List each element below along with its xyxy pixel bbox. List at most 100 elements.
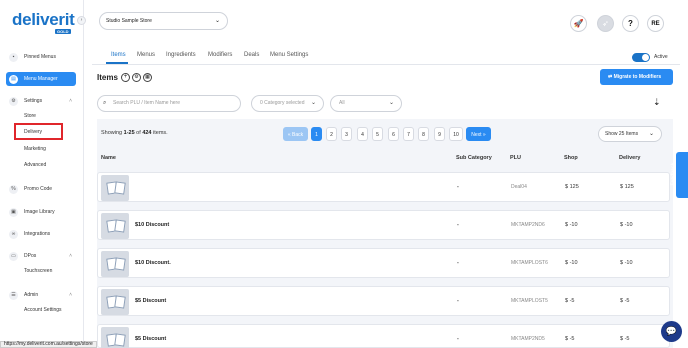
status-filter[interactable]: All ⌄: [330, 95, 402, 112]
menu-book-icon: ▤: [9, 74, 18, 84]
item-plu: Deal04: [511, 184, 527, 190]
sidebar-item-label: Settings: [24, 98, 43, 104]
item-shop-price: $ -10: [565, 260, 578, 266]
sidebar-item-label: DPos: [24, 253, 37, 259]
page-7[interactable]: 7: [403, 127, 414, 141]
showing-suffix: items.: [151, 130, 168, 136]
table-row[interactable]: $5 Discount - MKTAMP2ND5 $ -5 $ -5: [97, 324, 670, 348]
store-selector[interactable]: Studio Sample Store ⌄: [99, 12, 228, 30]
showing-count: Showing 1-25 of 424 items.: [101, 130, 168, 136]
column-header-plu[interactable]: PLU: [510, 155, 521, 161]
table-row[interactable]: $10 Discount. - MKTAMPLOST6 $ -10 $ -10: [97, 248, 670, 278]
page-3[interactable]: 3: [341, 127, 352, 141]
sidebar-item-label: Menu Manager: [24, 76, 58, 82]
sidebar-item-label: Image Library: [24, 209, 55, 215]
add-item-icon[interactable]: +: [121, 73, 130, 82]
page-4[interactable]: 4: [357, 127, 368, 141]
sidebar-item-admin[interactable]: ☰ Admin ˄: [6, 288, 76, 302]
migrate-to-modifiers-button[interactable]: ⇄ Migrate to Modifiers: [600, 69, 673, 85]
item-image-placeholder: [101, 175, 129, 201]
table-row[interactable]: $5 Discount - MKTAMPLOST5 $ -5 $ -5: [97, 286, 670, 316]
chat-icon[interactable]: 💬: [661, 321, 682, 342]
sidebar-item-dpos[interactable]: ▭ DPos ˄: [6, 249, 76, 263]
sidebar-item-image-library[interactable]: ▣ Image Library: [6, 205, 76, 219]
chevron-up-icon: ˄: [69, 98, 72, 104]
topbar: Studio Sample Store ⌄ 🚀 ➶ ? RE: [84, 0, 688, 44]
feedback-tab[interactable]: Feedback: [671, 152, 688, 198]
sidebar-item-pinned-menus[interactable]: ▪ Pinned Menus: [6, 50, 76, 64]
column-header-shop[interactable]: Shop: [564, 155, 578, 161]
link-icon: ∞: [9, 229, 18, 239]
sidebar: deliverit GOLD › ▪ Pinned Menus ▤ Menu M…: [0, 0, 86, 348]
items-per-page-select[interactable]: Show 25 Items ⌄: [598, 126, 662, 142]
category-filter-value: 0 Category selected: [260, 100, 305, 106]
item-image-placeholder: [101, 289, 129, 315]
page-title: Items: [97, 73, 118, 82]
page-9[interactable]: 9: [434, 127, 445, 141]
avatar[interactable]: RE: [647, 15, 664, 32]
tab-menus[interactable]: Menus: [137, 52, 155, 58]
search-placeholder: Search PLU / Item Name here: [113, 100, 180, 106]
tab-menu-settings[interactable]: Menu Settings: [270, 52, 308, 58]
sidebar-item-label: Pinned Menus: [24, 54, 56, 60]
sidebar-subitem-marketing[interactable]: Marketing: [24, 146, 46, 152]
item-sub-category: -: [457, 260, 459, 266]
item-sub-category: -: [457, 336, 459, 342]
settings-cog-icon[interactable]: ⚙: [132, 73, 141, 82]
sidebar-item-promo-code[interactable]: % Promo Code: [6, 182, 76, 196]
item-sub-category: -: [457, 222, 459, 228]
item-name: $10 Discount.: [135, 260, 171, 266]
archive-icon[interactable]: ▦: [143, 73, 152, 82]
page-6[interactable]: 6: [388, 127, 399, 141]
sort-icon[interactable]: ⇣: [653, 97, 661, 108]
column-header-delivery[interactable]: Delivery: [619, 155, 640, 161]
per-page-value: Show 25 Items: [605, 131, 639, 137]
item-delivery-price: $ -10: [620, 222, 633, 228]
menu-tabs: Items Menus Ingredients Modifiers Deals …: [92, 50, 680, 65]
column-header-sub-category[interactable]: Sub Category: [456, 155, 492, 161]
item-name: $5 Discount: [135, 336, 167, 342]
gold-badge: GOLD: [55, 29, 71, 34]
page-1[interactable]: 1: [311, 127, 322, 141]
sidebar-subitem-account-settings[interactable]: Account Settings: [24, 307, 62, 313]
help-icon[interactable]: ?: [622, 15, 639, 32]
page-10[interactable]: 10: [449, 127, 463, 141]
showing-range: 1-25: [123, 130, 135, 136]
page-5[interactable]: 5: [372, 127, 383, 141]
item-shop-price: $ -5: [565, 298, 575, 304]
tab-items[interactable]: Items: [111, 52, 126, 58]
sidebar-item-integrations[interactable]: ∞ Integrations: [6, 227, 76, 241]
page-2[interactable]: 2: [326, 127, 337, 141]
status-bar-url: https://my.deliverit.com.au/settings/sto…: [0, 341, 97, 348]
active-toggle-label: Active: [654, 54, 668, 60]
tab-modifiers[interactable]: Modifiers: [208, 52, 232, 58]
category-filter[interactable]: 0 Category selected ⌄: [251, 95, 324, 112]
page-8[interactable]: 8: [418, 127, 429, 141]
chevron-down-icon: ⌄: [310, 100, 316, 106]
sidebar-subitem-store[interactable]: Store: [24, 113, 36, 119]
table-row[interactable]: - Deal04 $ 125 $ 125: [97, 172, 670, 202]
pagination-next[interactable]: Next »: [466, 127, 491, 141]
table-row[interactable]: $10 Discount - MKTAMP2ND6 $ -10 $ -10: [97, 210, 670, 240]
item-name: $5 Discount: [135, 298, 167, 304]
sidebar-item-menu-manager[interactable]: ▤ Menu Manager: [6, 72, 76, 86]
tab-ingredients[interactable]: Ingredients: [166, 52, 196, 58]
rocket-icon[interactable]: 🚀: [570, 15, 587, 32]
tab-deals[interactable]: Deals: [244, 52, 259, 58]
sidebar-subitem-advanced[interactable]: Advanced: [24, 162, 46, 168]
active-toggle[interactable]: [632, 53, 650, 62]
admin-icon: ☰: [9, 290, 18, 300]
pagination-back[interactable]: « Back: [283, 127, 308, 141]
deliverit-logo[interactable]: deliverit: [12, 10, 75, 30]
migrate-button-label: Migrate to Modifiers: [613, 74, 662, 80]
sidebar-subitem-touchscreen[interactable]: Touchscreen: [24, 268, 52, 274]
chevron-down-icon: ⌄: [214, 18, 220, 24]
item-image-placeholder: [101, 213, 129, 239]
item-sub-category: -: [457, 298, 459, 304]
sidebar-item-settings[interactable]: ⚙ Settings ˄: [6, 94, 76, 108]
showing-total: 424: [142, 130, 152, 136]
launch-icon[interactable]: ➶: [597, 15, 614, 32]
search-input[interactable]: ⌕ Search PLU / Item Name here: [97, 95, 241, 112]
promo-icon: %: [9, 184, 18, 194]
column-header-name[interactable]: Name: [101, 155, 116, 161]
